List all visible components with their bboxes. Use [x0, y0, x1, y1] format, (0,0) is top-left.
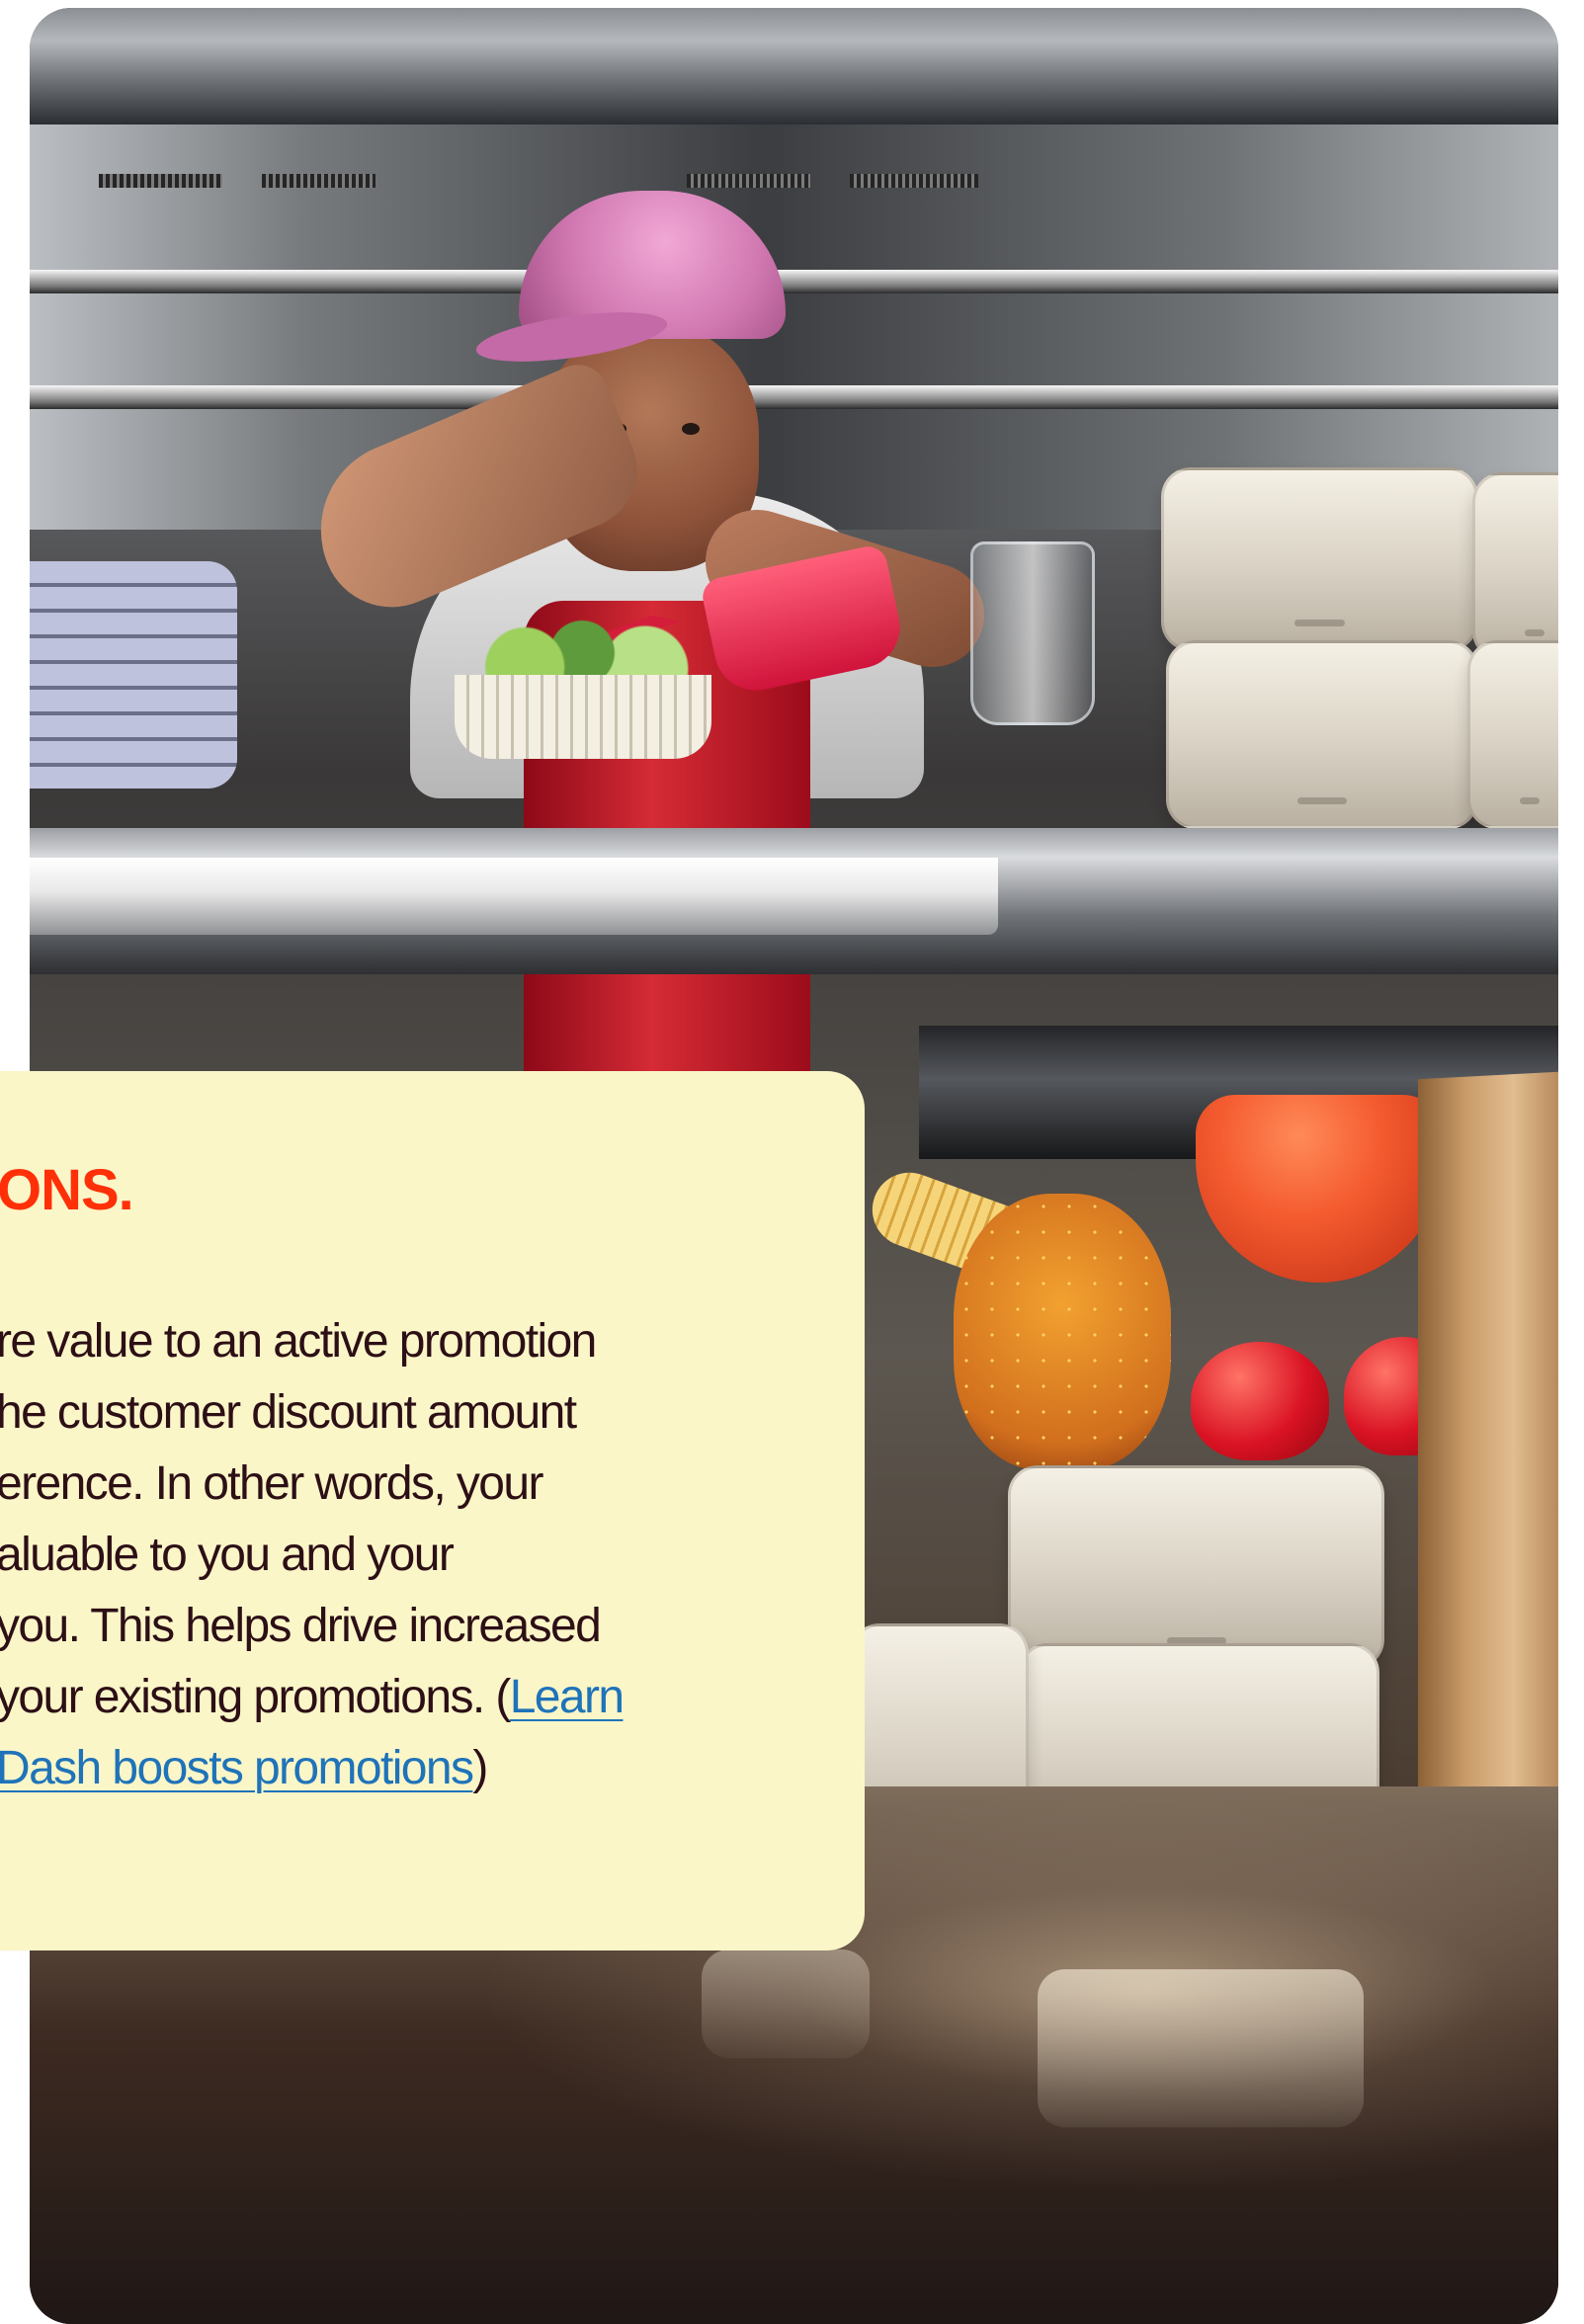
- takeout-box: [1161, 467, 1478, 651]
- red-pepper: [1191, 1342, 1329, 1460]
- card-paragraph-line: your existing promotions. (Learn: [0, 1662, 747, 1733]
- closing-parenthesis: ): [472, 1742, 488, 1794]
- learn-more-link-end[interactable]: Dash boosts promotions: [0, 1742, 474, 1794]
- orange-mixing-bowl: [1196, 1095, 1443, 1283]
- card-paragraph-line: re value to an active promotion: [0, 1315, 597, 1368]
- card-paragraph-line: erence. In other words, your: [0, 1457, 543, 1510]
- page: ONS. re value to an active promotion he …: [0, 0, 1584, 2324]
- stacked-plates: [30, 561, 237, 788]
- card-heading: ONS.: [0, 1158, 134, 1222]
- card-paragraph: re value to an active promotion he custo…: [0, 1306, 747, 1804]
- salad-container: [455, 675, 711, 759]
- vent-grille: [99, 174, 222, 188]
- counter-reflection: [1038, 1969, 1364, 2127]
- takeout-box: [1166, 640, 1478, 829]
- chef-eye: [682, 423, 700, 435]
- card-paragraph-line: aluable to you and your: [0, 1529, 455, 1581]
- learn-more-link-start[interactable]: Learn: [510, 1671, 625, 1723]
- takeout-box: [1008, 1465, 1384, 1669]
- promotion-info-card: ONS. re value to an active promotion he …: [0, 1071, 865, 1950]
- counter-edge: [30, 858, 998, 935]
- takeout-box: [1472, 472, 1558, 661]
- counter-reflection: [702, 1950, 870, 2058]
- measuring-cup: [970, 541, 1095, 725]
- card-paragraph-line: you. This helps drive increased: [0, 1600, 602, 1652]
- kitchen-hood: [30, 8, 1558, 124]
- card-paragraph-line: Dash boosts promotions): [0, 1733, 747, 1804]
- paragraph-prefix: your existing promotions. (: [0, 1671, 511, 1723]
- takeout-box: [1467, 640, 1558, 829]
- card-paragraph-line: he customer discount amount: [0, 1386, 577, 1439]
- roasted-cauliflower: [954, 1194, 1171, 1470]
